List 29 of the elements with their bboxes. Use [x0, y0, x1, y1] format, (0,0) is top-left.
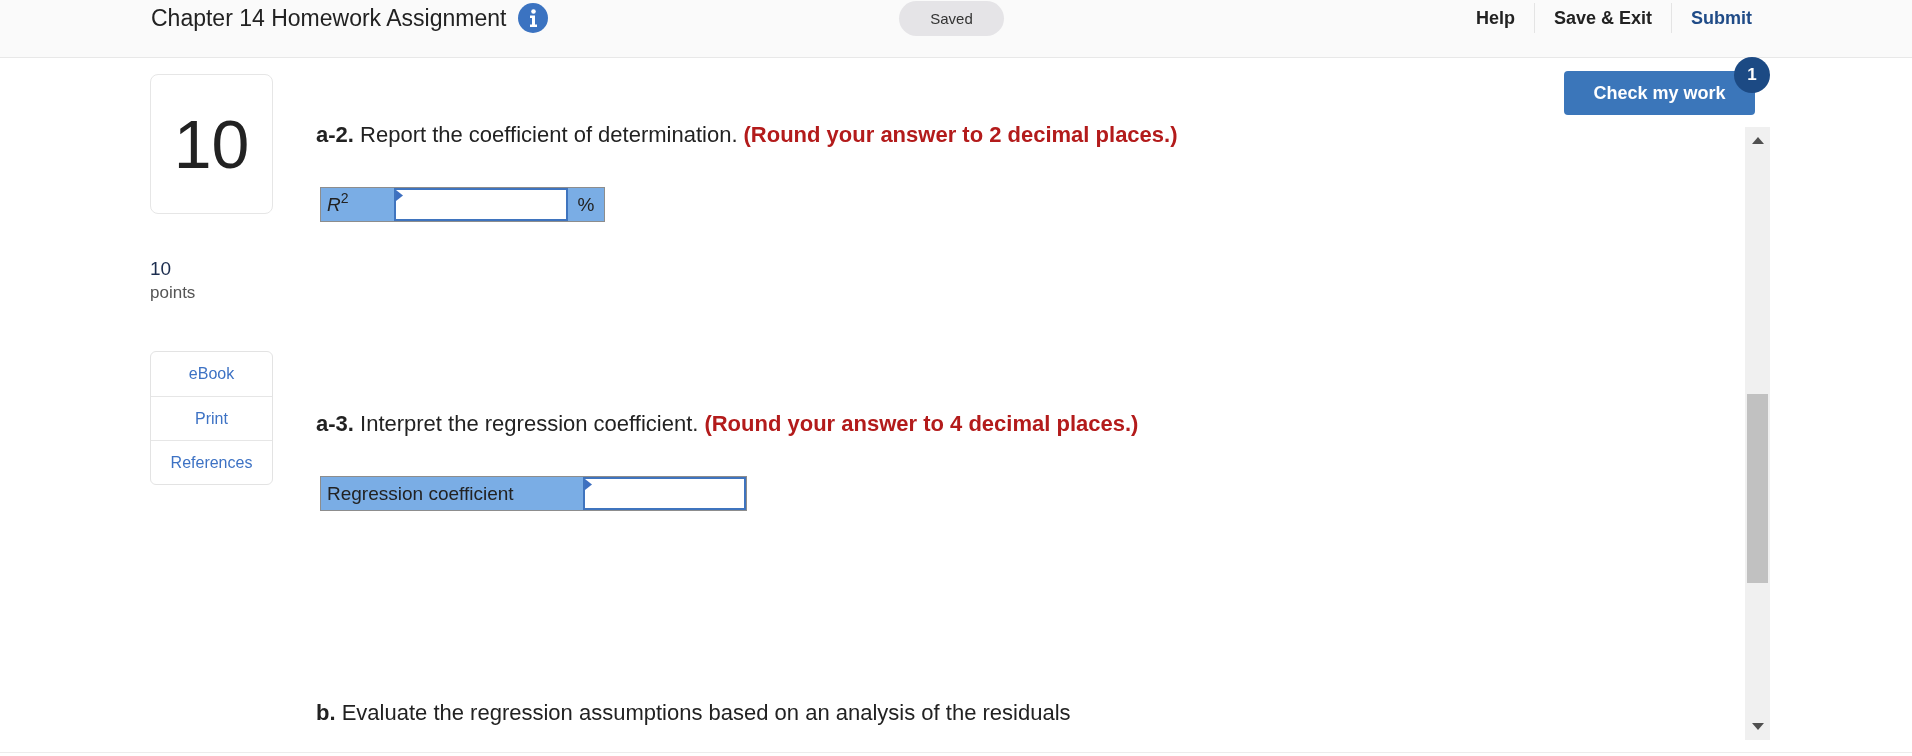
rounding-instruction: (Round your answer to 2 decimal places.): [743, 123, 1178, 147]
unit-label: %: [568, 188, 604, 221]
nav-link[interactable]: Save & Exit: [1534, 7, 1671, 29]
tool-link[interactable]: eBook: [151, 352, 272, 396]
answer-input[interactable]: [394, 188, 568, 221]
answer-label: R$^{2}$: [321, 188, 394, 221]
scrollbar[interactable]: [1745, 127, 1770, 740]
question-number: 10: [150, 74, 273, 214]
scrollbar-thumb[interactable]: [1747, 394, 1768, 583]
rounding-instruction: (Round your answer to 4 decimal places.): [704, 412, 1139, 436]
question-text: b. Evaluate the regression assumptions based on an analysis of the residuals: [316, 701, 1071, 725]
tool-link[interactable]: References: [151, 440, 272, 484]
nav-link[interactable]: Submit: [1672, 7, 1752, 29]
save-status: Saved: [899, 1, 1004, 36]
points-label: points: [150, 282, 196, 304]
answer-input[interactable]: [583, 477, 746, 510]
count-badge: 1: [1734, 57, 1770, 93]
answer-label: Regression coefficient: [321, 477, 583, 510]
scroll-up-icon[interactable]: [1751, 137, 1764, 144]
nav-link[interactable]: Help: [1456, 7, 1534, 29]
scroll-down-icon[interactable]: [1751, 723, 1764, 730]
assignment-title: Chapter 14 Homework Assignment: [151, 4, 507, 32]
question-text: a-2. Report the coefficient of determination.: [316, 123, 738, 147]
points-value: 10: [150, 257, 172, 281]
tool-link[interactable]: Print: [151, 396, 272, 440]
question-text: a-3. Interpret the regression coefficient.: [316, 412, 699, 436]
corner-marker-icon: [396, 190, 403, 201]
corner-marker-icon: [585, 479, 592, 490]
info-icon[interactable]: [518, 3, 549, 33]
